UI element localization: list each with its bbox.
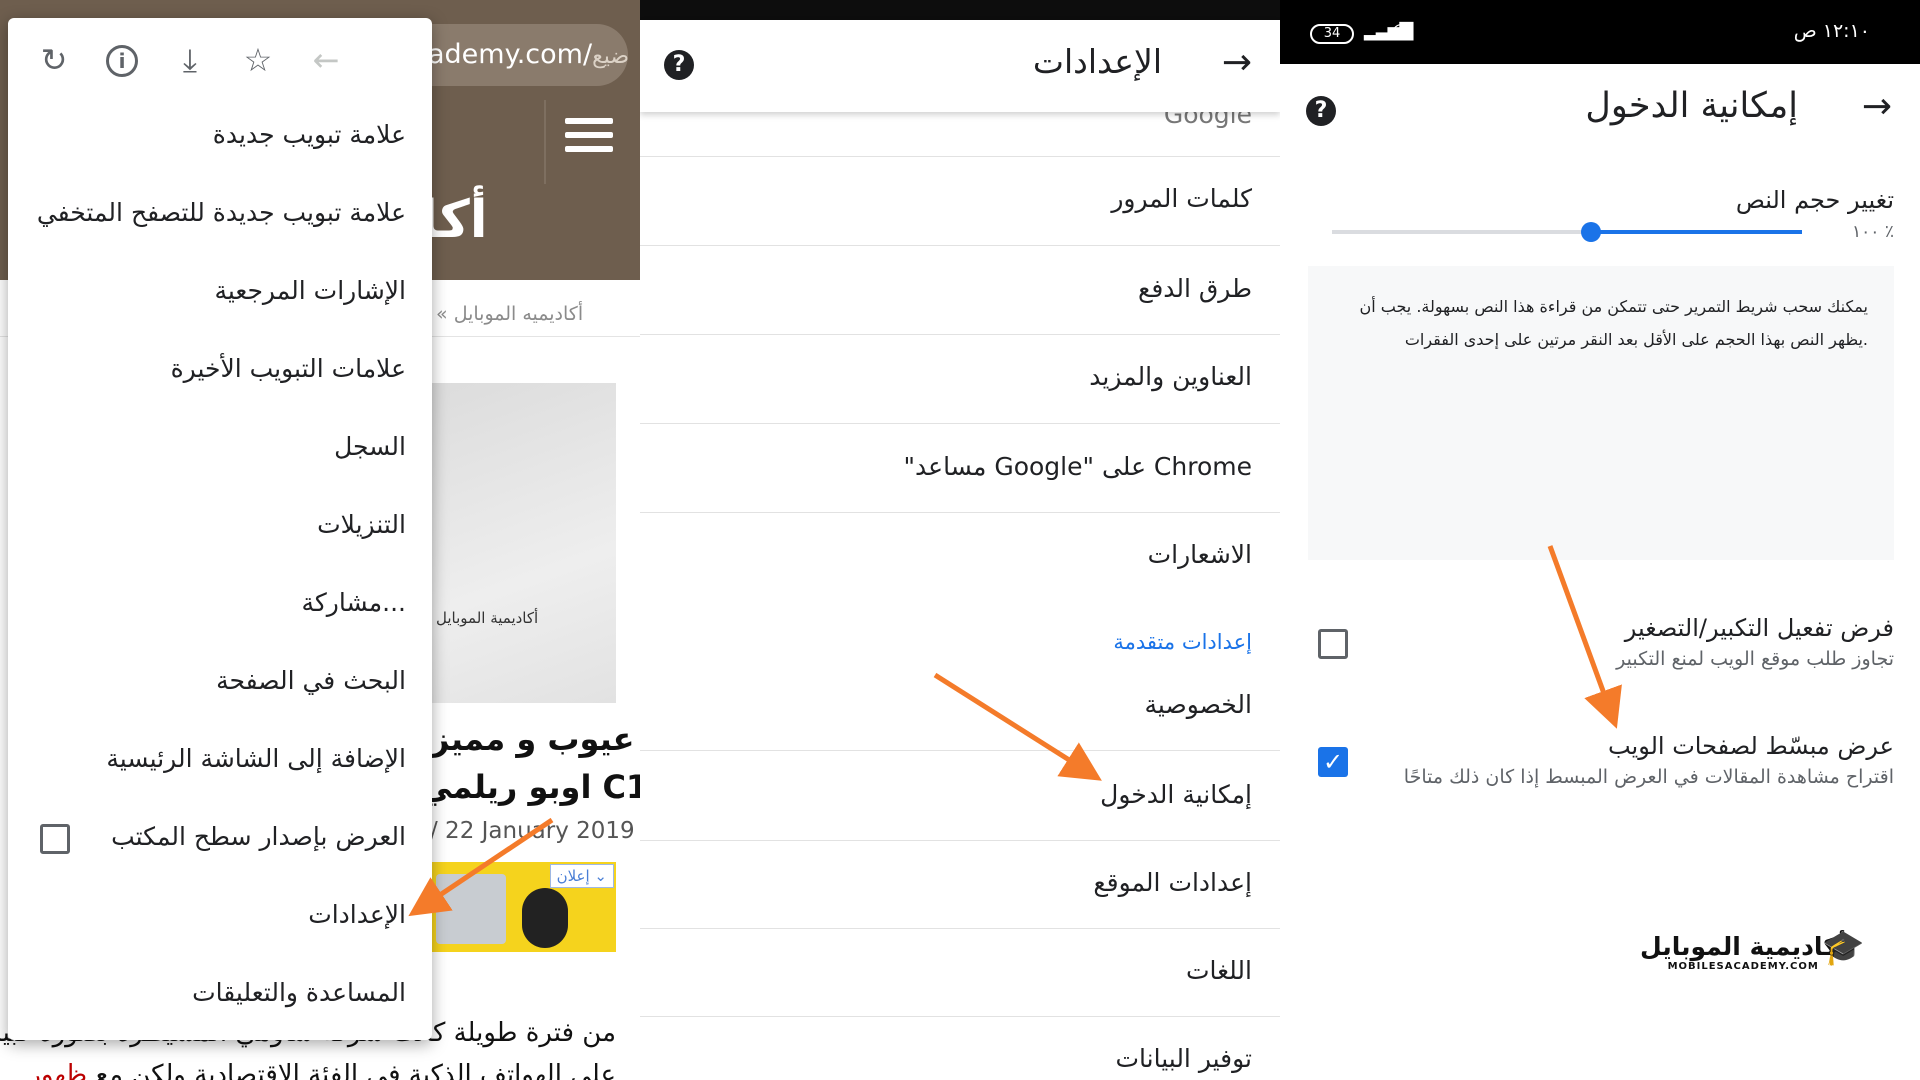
menu-item-find-in-page[interactable]: البحث في الصفحة bbox=[216, 666, 406, 695]
breadcrumb[interactable]: أكاديميه الموبايل » مو bbox=[410, 303, 583, 325]
browser-overflow-menu: ↻ i ⤓ ☆ ← علامة تبويب جديدة علامة تبويب … bbox=[8, 18, 432, 1040]
help-icon[interactable]: ? bbox=[1306, 96, 1336, 126]
star-icon[interactable]: ☆ bbox=[236, 38, 280, 82]
url-prefix: ademy.com/ bbox=[428, 39, 593, 70]
settings-row-notifications[interactable]: الاشعارات bbox=[1148, 540, 1252, 569]
row-divider bbox=[640, 245, 1280, 246]
settings-app-bar: ? الإعدادات → bbox=[640, 20, 1280, 112]
graduation-cap-icon: 🎓 bbox=[1822, 928, 1865, 968]
menu-item-new-tab[interactable]: علامة تبويب جديدة bbox=[213, 120, 406, 149]
settings-row-payment-methods[interactable]: طرق الدفع bbox=[1138, 274, 1252, 303]
back-arrow-icon: ← bbox=[312, 41, 340, 79]
row-divider bbox=[640, 334, 1280, 335]
page-title: الإعدادات bbox=[1032, 42, 1162, 81]
status-bar: 34 ▂▃▅▇ ◠ ١٢:١٠ ص bbox=[1280, 0, 1920, 64]
back-arrow-icon[interactable]: → bbox=[1222, 42, 1252, 83]
row-divider bbox=[640, 512, 1280, 513]
laptop-image bbox=[436, 874, 506, 944]
settings-row-site-settings[interactable]: إعدادات الموقع bbox=[1093, 868, 1252, 897]
info-icon[interactable]: i bbox=[100, 38, 144, 82]
force-zoom-title[interactable]: فرض تفعيل التكبير/التصغير bbox=[1625, 614, 1894, 642]
thumbnail-watermark: أكاديمية الموبايل bbox=[436, 609, 539, 627]
row-divider bbox=[640, 423, 1280, 424]
body-text: على الهواتف الذكية في الفئة الاقتصادية و… bbox=[87, 1060, 616, 1080]
ad-label[interactable]: إعلان ⌄ bbox=[549, 864, 614, 888]
settings-row-passwords[interactable]: كلمات المرور bbox=[1111, 184, 1252, 213]
settings-panel: ? الإعدادات → Google كلمات المرور طرق ال… bbox=[640, 0, 1280, 1080]
row-divider bbox=[640, 750, 1280, 751]
text-preview-box: يمكنك سحب شريط التمرير حتى تتمكن من قراء… bbox=[1308, 266, 1894, 560]
menu-item-recent-tabs[interactable]: علامات التبويب الأخيرة bbox=[171, 354, 406, 383]
article-body-line2: على الهواتف الذكية في الفئة الاقتصادية و… bbox=[28, 1060, 616, 1080]
article-headline-line1[interactable]: عيوب و مميزا bbox=[420, 720, 635, 758]
back-arrow-icon[interactable]: → bbox=[1862, 86, 1892, 127]
settings-row-addresses[interactable]: العناوين والمزيد bbox=[1089, 362, 1252, 391]
row-divider bbox=[640, 928, 1280, 929]
status-time: ١٢:١٠ ص bbox=[1793, 20, 1870, 42]
accessibility-panel: 34 ▂▃▅▇ ◠ ١٢:١٠ ص ? إمكانية الدخول → تغي… bbox=[1280, 0, 1920, 1080]
article-headline-line2[interactable]: اوبو ريلمي C1 bbox=[420, 768, 640, 806]
accessibility-app-bar: ? إمكانية الدخول → bbox=[1280, 64, 1920, 160]
settings-row-accessibility[interactable]: إمكانية الدخول bbox=[1100, 780, 1252, 809]
battery-icon: 34 bbox=[1310, 24, 1354, 44]
text-scale-label: تغيير حجم النص bbox=[1735, 186, 1894, 214]
url-suffix: ضيع bbox=[592, 44, 628, 69]
force-zoom-subtitle: تجاوز طلب موقع الويب لمنع التكبير bbox=[1616, 648, 1894, 670]
menu-item-downloads[interactable]: التنزيلات bbox=[317, 510, 406, 539]
simplified-view-subtitle: اقتراح مشاهدة المقالات في العرض المبسط إ… bbox=[1403, 766, 1894, 788]
article-thumbnail[interactable]: أكاديمية الموبايل bbox=[430, 383, 616, 703]
menu-item-desktop-site[interactable]: العرض بإصدار سطح المكتب bbox=[111, 822, 406, 851]
brand-logo: أكاديمية الموبايل MOBILESACADEMY.COM 🎓 bbox=[1640, 928, 1864, 972]
slider-fill bbox=[1590, 230, 1802, 234]
text-scale-slider[interactable] bbox=[1332, 222, 1802, 242]
menu-item-history[interactable]: السجل bbox=[334, 432, 406, 461]
simplified-view-title[interactable]: عرض مبسّط لصفحات الويب bbox=[1608, 732, 1894, 760]
settings-row-privacy[interactable]: الخصوصية bbox=[1145, 690, 1252, 719]
menu-item-settings[interactable]: الإعدادات bbox=[308, 900, 406, 929]
body-link[interactable]: ظهور bbox=[28, 1060, 87, 1080]
download-icon[interactable]: ⤓ bbox=[168, 38, 212, 82]
wifi-icon: ◠ bbox=[1392, 18, 1410, 42]
section-header-advanced: إعدادات متقدمة bbox=[1113, 630, 1252, 654]
brand-text: أكاديمية الموبايل bbox=[1640, 932, 1847, 961]
row-divider bbox=[640, 156, 1280, 157]
menu-icon-row: ↻ i ⤓ ☆ ← bbox=[8, 18, 432, 98]
menu-item-bookmarks[interactable]: الإشارات المرجعية bbox=[214, 276, 406, 305]
row-divider bbox=[640, 840, 1280, 841]
refresh-icon[interactable]: ↻ bbox=[32, 38, 76, 82]
header-separator bbox=[544, 100, 546, 184]
settings-row-data-saver[interactable]: توفير البيانات bbox=[1116, 1044, 1253, 1073]
ad-banner[interactable]: إعلان ⌄ bbox=[430, 862, 616, 952]
status-bar-strip bbox=[640, 0, 1280, 20]
settings-row-assistant[interactable]: "مساعد Google" على Chrome bbox=[904, 452, 1252, 481]
menu-item-share[interactable]: مشاركة... bbox=[301, 588, 406, 617]
slider-thumb[interactable] bbox=[1580, 222, 1601, 242]
desktop-site-checkbox[interactable] bbox=[40, 824, 70, 854]
brand-subtext: MOBILESACADEMY.COM bbox=[1667, 961, 1819, 972]
browser-page-panel: ademy.com/ضيع أكا أكاديميه الموبايل » مو… bbox=[0, 0, 640, 1080]
text-scale-percent: ١٠٠ ٪ bbox=[1852, 222, 1894, 242]
preview-text: يمكنك سحب شريط التمرير حتى تتمكن من قراء… bbox=[1359, 297, 1868, 349]
help-icon[interactable]: ? bbox=[664, 50, 694, 80]
mouse-image bbox=[522, 888, 568, 948]
force-zoom-checkbox[interactable] bbox=[1318, 629, 1348, 659]
hamburger-menu-icon[interactable] bbox=[565, 118, 613, 158]
menu-item-incognito-tab[interactable]: علامة تبويب جديدة للتصفح المتخفي bbox=[37, 198, 406, 227]
menu-item-add-to-home[interactable]: الإضافة إلى الشاشة الرئيسية bbox=[106, 744, 406, 773]
article-date: / 22 January 2019 bbox=[430, 818, 635, 844]
page-title: إمكانية الدخول bbox=[1585, 86, 1798, 126]
simplified-view-checkbox[interactable]: ✓ bbox=[1318, 747, 1348, 777]
menu-item-help-feedback[interactable]: المساعدة والتعليقات bbox=[192, 978, 406, 1007]
row-divider bbox=[640, 1016, 1280, 1017]
settings-row-languages[interactable]: اللغات bbox=[1186, 956, 1252, 985]
